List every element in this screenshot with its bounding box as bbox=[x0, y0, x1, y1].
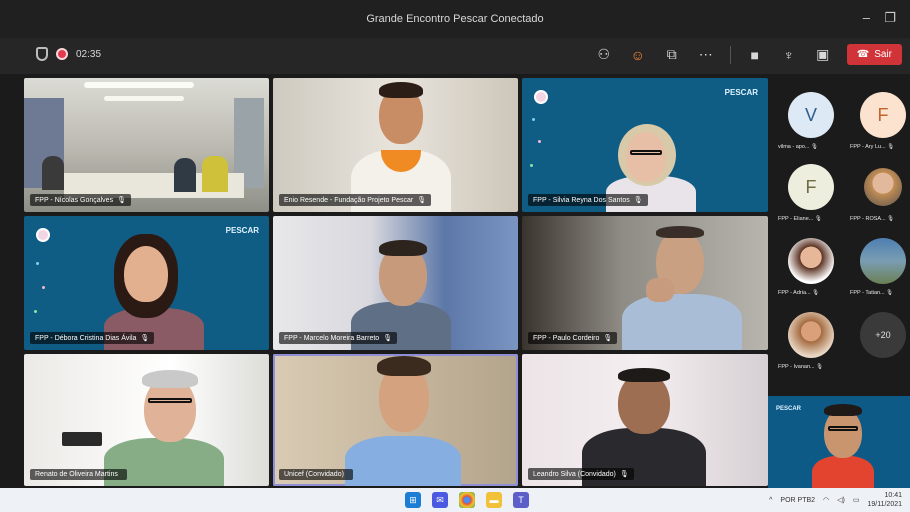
participant-avatar[interactable] bbox=[860, 238, 906, 284]
battery-icon[interactable]: ▭ bbox=[853, 496, 860, 504]
minimize-button[interactable]: – bbox=[863, 10, 870, 25]
restore-button[interactable]: ❐ bbox=[884, 10, 896, 26]
video-tile[interactable]: FPP - Marcelo Moreira Barreto 🎙 bbox=[273, 216, 518, 350]
video-tile[interactable]: PESCAR FPP - Débora Cristina Dias Ávila 🎙 bbox=[24, 216, 269, 350]
participant-avatar[interactable] bbox=[864, 168, 902, 206]
video-tile[interactable]: Unicef (Convidado) bbox=[273, 354, 518, 486]
language-indicator[interactable]: POR PTB2 bbox=[780, 497, 815, 504]
participant-label: FPP - Tatian... 🎙 bbox=[850, 290, 894, 296]
participant-label: FPP - ROSA... 🎙 bbox=[850, 216, 895, 222]
mic-icon[interactable]: ♆ bbox=[779, 47, 799, 63]
brand-logo bbox=[36, 228, 50, 242]
toolbar-divider bbox=[729, 45, 731, 64]
title-bar: Grande Encontro Pescar Conectado – ❐ bbox=[0, 0, 910, 38]
file-explorer-icon[interactable]: ▬ bbox=[486, 492, 502, 508]
person-hair bbox=[618, 368, 670, 382]
camera-icon[interactable]: ■ bbox=[745, 47, 765, 63]
ceiling-light bbox=[104, 96, 184, 101]
hand bbox=[646, 278, 674, 302]
participant-avatar[interactable] bbox=[788, 312, 834, 358]
participant-label: FPP - Ivanan... 🎙 bbox=[778, 364, 824, 370]
recording-icon bbox=[56, 48, 68, 60]
glasses bbox=[828, 426, 858, 431]
person-hair bbox=[656, 226, 704, 238]
person-hair bbox=[824, 404, 862, 416]
teams-icon[interactable]: T bbox=[513, 492, 529, 508]
video-tile[interactable]: Renato de Oliveira Martins bbox=[24, 354, 269, 486]
participant-label: vilma - apo... 🎙 bbox=[778, 144, 818, 150]
participant-name: FPP - Paulo Cordeiro 🎙 bbox=[528, 332, 618, 344]
phone-icon: ☎ bbox=[856, 49, 870, 60]
leave-button[interactable]: ☎ Sair bbox=[846, 44, 902, 65]
participant-avatar[interactable]: F bbox=[860, 92, 906, 138]
participant-name: Enio Resende - Fundação Projeto Pescar 🎙 bbox=[279, 194, 432, 206]
video-tile[interactable]: PESCAR FPP - Silvia Reyna Dos Santos 🎙 bbox=[522, 78, 768, 212]
chat-icon[interactable]: ✉ bbox=[432, 492, 448, 508]
participant-label: FPP - Ary Lu... 🎙 bbox=[850, 144, 895, 150]
person bbox=[174, 158, 196, 192]
participant-label: FPP - Eliane... 🎙 bbox=[778, 216, 822, 222]
windows-start-icon[interactable]: ⊞ bbox=[405, 492, 421, 508]
participant-name: FPP - Débora Cristina Dias Ávila 🎙 bbox=[30, 332, 155, 344]
self-view: PESCAR bbox=[768, 396, 910, 488]
clock[interactable]: 10:41 19/11/2021 bbox=[867, 491, 902, 509]
more-participants-button[interactable]: +20 bbox=[860, 312, 906, 358]
meeting-toolbar: 02:35 ⚇ ☺ ⧉ ⋯ ■ ♆ ▣ ☎ Sair bbox=[0, 38, 910, 74]
participant-avatar[interactable]: F bbox=[788, 164, 834, 210]
participant-name: Leandro Silva (Convidado) 🎙 bbox=[528, 468, 634, 480]
ceiling-light bbox=[84, 82, 194, 88]
person-hair bbox=[379, 240, 427, 256]
taskbar: ⊞ ✉ ▬ T ^ POR PTB2 ◠ ◁) ▭ 10:41 19/11/20… bbox=[0, 488, 910, 512]
share-icon[interactable]: ⧉ bbox=[662, 46, 682, 63]
participant-label: FPP - Adria... 🎙 bbox=[778, 290, 820, 296]
participant-name: Unicef (Convidado) bbox=[279, 469, 353, 480]
participant-sidebar: V vilma - apo... 🎙 F FPP - Ary Lu... 🎙 F… bbox=[774, 82, 910, 392]
device bbox=[62, 432, 102, 446]
person-body bbox=[345, 436, 461, 486]
person-hair bbox=[379, 82, 423, 98]
chrome-icon[interactable] bbox=[459, 492, 475, 508]
person-hair bbox=[377, 356, 431, 376]
participant-avatar[interactable]: V bbox=[788, 92, 834, 138]
window-title: Grande Encontro Pescar Conectado bbox=[366, 13, 544, 25]
shield-icon bbox=[36, 47, 48, 61]
person-hair bbox=[142, 370, 198, 388]
person-body bbox=[812, 456, 874, 488]
brand-logo bbox=[534, 90, 548, 104]
participant-name: FPP - Marcelo Moreira Barreto 🎙 bbox=[279, 332, 398, 344]
meeting-timer: 02:35 bbox=[76, 48, 102, 60]
pescar-logo: PESCAR bbox=[225, 226, 259, 235]
glasses bbox=[148, 398, 192, 403]
person bbox=[42, 156, 64, 190]
video-grid: FPP - Nícolas Gonçalves 🎙 Enio Resende - … bbox=[24, 78, 770, 486]
participants-icon[interactable]: ⚇ bbox=[594, 46, 614, 63]
pescar-logo: PESCAR bbox=[724, 88, 758, 97]
system-tray: ^ POR PTB2 ◠ ◁) ▭ 10:41 19/11/2021 bbox=[769, 491, 902, 509]
person-head bbox=[124, 246, 168, 302]
leave-label: Sair bbox=[874, 49, 892, 60]
more-icon[interactable]: ⋯ bbox=[696, 46, 716, 63]
video-tile[interactable]: Leandro Silva (Convidado) 🎙 bbox=[522, 354, 768, 486]
volume-icon[interactable]: ◁) bbox=[837, 496, 845, 504]
video-tile[interactable]: FPP - Nícolas Gonçalves 🎙 bbox=[24, 78, 269, 212]
share-screen-icon[interactable]: ▣ bbox=[813, 46, 833, 63]
participant-avatar[interactable] bbox=[788, 238, 834, 284]
video-tile[interactable]: FPP - Paulo Cordeiro 🎙 bbox=[522, 216, 768, 350]
reactions-icon[interactable]: ☺ bbox=[628, 47, 648, 63]
participant-name: FPP - Silvia Reyna Dos Santos 🎙 bbox=[528, 194, 648, 206]
glasses bbox=[630, 150, 662, 155]
participant-name: Renato de Oliveira Martins bbox=[30, 469, 127, 480]
video-tile[interactable]: Enio Resende - Fundação Projeto Pescar 🎙 bbox=[273, 78, 518, 212]
participant-name: FPP - Nícolas Gonçalves 🎙 bbox=[30, 194, 131, 206]
person bbox=[202, 156, 228, 192]
person-body bbox=[622, 294, 742, 350]
chevron-up-icon[interactable]: ^ bbox=[769, 497, 772, 504]
wifi-icon[interactable]: ◠ bbox=[823, 496, 829, 504]
person-head bbox=[626, 132, 666, 182]
pescar-logo: PESCAR bbox=[776, 406, 802, 412]
